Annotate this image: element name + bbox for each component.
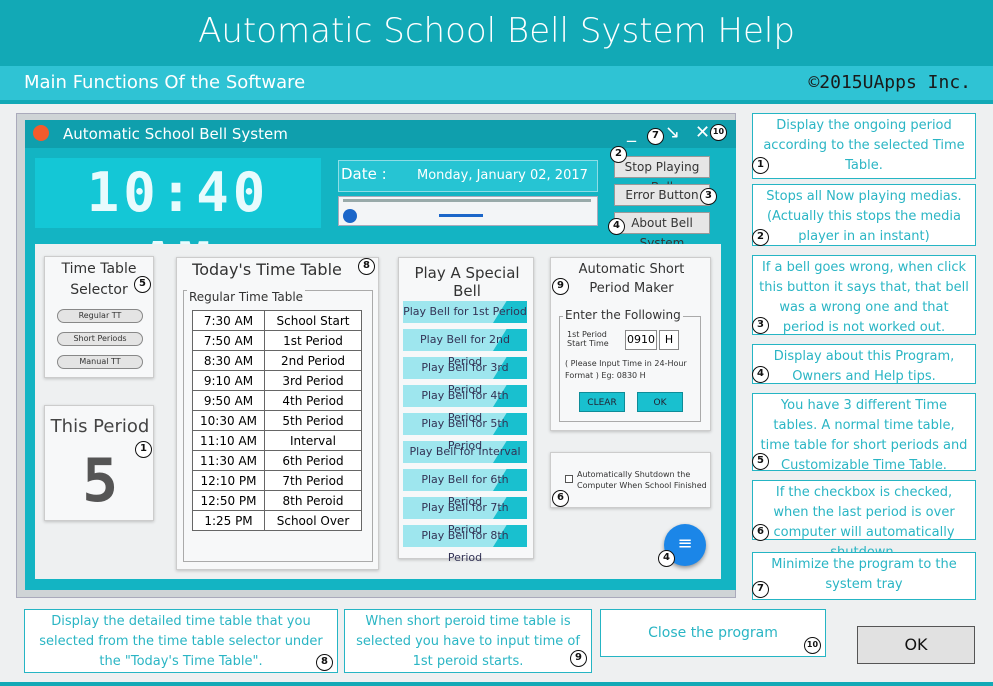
badge-1: 1 bbox=[135, 441, 152, 458]
table-row: 10:30 AM 5th Period bbox=[192, 410, 362, 431]
row-period: 8th Peroid bbox=[264, 490, 362, 511]
window-title: Automatic School Bell System Help bbox=[0, 0, 993, 62]
row-period: 3rd Period bbox=[264, 370, 362, 391]
badge-5: 5 bbox=[134, 276, 151, 293]
row-period: School Start bbox=[264, 310, 362, 331]
table-row: 7:30 AM School Start bbox=[192, 310, 362, 331]
badge-6b: 6 bbox=[752, 524, 769, 541]
row-time: 9:10 AM bbox=[192, 370, 265, 391]
help-9: When short peroid time table is selected… bbox=[344, 609, 592, 673]
row-period: 4th Period bbox=[264, 390, 362, 411]
minimize-icon: _ bbox=[627, 122, 636, 143]
badge-4: 4 bbox=[608, 218, 625, 235]
ok-button[interactable]: OK bbox=[857, 626, 975, 664]
table-row: 9:10 AM 3rd Period bbox=[192, 370, 362, 391]
badge-2: 2 bbox=[610, 146, 627, 163]
help-2: Stops all Now playing medias. (Actually … bbox=[752, 184, 976, 246]
row-time: 1:25 PM bbox=[192, 510, 265, 531]
row-time: 11:10 AM bbox=[192, 430, 265, 451]
shutdown-checkbox bbox=[565, 475, 573, 483]
bell-icon bbox=[33, 125, 49, 141]
badge-9: 9 bbox=[552, 278, 569, 295]
badge-3: 3 bbox=[700, 188, 717, 205]
table-row: 12:50 PM 8th Peroid bbox=[192, 490, 362, 511]
special-bell-button: Play Bell for 2nd Period bbox=[403, 329, 527, 368]
row-period: School Over bbox=[264, 510, 362, 531]
digital-clock: 10:40 AM bbox=[35, 158, 321, 294]
badge-7: 7 bbox=[647, 128, 664, 145]
help-5: You have 3 different Time tables. A norm… bbox=[752, 393, 976, 473]
row-time: 9:50 AM bbox=[192, 390, 265, 411]
help-1: Display the ongoing period according to … bbox=[752, 113, 976, 179]
badge-9b: 9 bbox=[570, 650, 587, 667]
about-button: About Bell System bbox=[614, 212, 710, 250]
table-row: 1:25 PM School Over bbox=[192, 510, 362, 531]
media-player bbox=[338, 196, 598, 226]
help-7: Minimize the program to the system tray bbox=[752, 552, 976, 600]
close-icon: ✕ bbox=[695, 122, 711, 143]
shutdown-panel: Automatically Shutdown the Computer When… bbox=[550, 452, 711, 508]
row-period: 7th Period bbox=[264, 470, 362, 491]
badge-4b: 4 bbox=[752, 366, 769, 383]
stop-playing-button: Stop Playing Bell bbox=[614, 156, 710, 194]
table-row: 11:30 AM 6th Period bbox=[192, 450, 362, 471]
row-time: 8:30 AM bbox=[192, 350, 265, 371]
special-bell-button: Play Bell for Interval bbox=[403, 441, 527, 463]
error-button: Error Button bbox=[614, 184, 710, 206]
badge-2b: 2 bbox=[752, 229, 769, 246]
play-icon bbox=[343, 209, 357, 223]
row-period: 6th Period bbox=[264, 450, 362, 471]
row-time: 12:10 PM bbox=[192, 470, 265, 491]
date-box: Date : Monday, January 02, 2017 bbox=[338, 160, 598, 192]
badge-7b: 7 bbox=[752, 581, 769, 598]
time-table-selector: Time Table Selector Regular TT Short Per… bbox=[44, 256, 154, 378]
special-bell-button: Play Bell for 5th Period bbox=[403, 413, 527, 452]
table-row: 12:10 PM 7th Period bbox=[192, 470, 362, 491]
row-time: 7:50 AM bbox=[192, 330, 265, 351]
help-6: If the checkbox is checked, when the las… bbox=[752, 480, 976, 560]
time-table-grid: 7:30 AM School Start 7:50 AM 1st Period 8:30… bbox=[192, 310, 362, 531]
special-bell-button: Play Bell for 4th Period bbox=[403, 385, 527, 424]
badge-8b: 8 bbox=[316, 654, 333, 671]
badge-1b: 1 bbox=[752, 157, 769, 174]
row-time: 10:30 AM bbox=[192, 410, 265, 431]
short-period-maker: Automatic Short Period Maker Enter the F… bbox=[550, 257, 711, 431]
badge-3b: 3 bbox=[752, 317, 769, 334]
row-period: 5th Period bbox=[264, 410, 362, 431]
table-row: 7:50 AM 1st Period bbox=[192, 330, 362, 351]
badge-10b: 10 bbox=[804, 637, 821, 654]
badge-8: 8 bbox=[358, 258, 375, 275]
help-4: Display about this Program, Owners and H… bbox=[752, 344, 976, 384]
subtitle: Main Functions Of the Software bbox=[24, 72, 306, 93]
help-3: If a bell goes wrong, when click this bu… bbox=[752, 255, 976, 335]
row-time: 12:50 PM bbox=[192, 490, 265, 511]
row-period: Interval bbox=[264, 430, 362, 451]
special-bell-button: Play Bell for 7th Period bbox=[403, 497, 527, 536]
special-bell-button: Play Bell for 8th Period bbox=[403, 525, 527, 564]
row-time: 7:30 AM bbox=[192, 310, 265, 331]
badge-5b: 5 bbox=[752, 453, 769, 470]
row-period: 1st Period bbox=[264, 330, 362, 351]
badge-4c: 4 bbox=[658, 550, 675, 567]
help-10: Close the program bbox=[600, 609, 826, 657]
help-8: Display the detailed time table that you… bbox=[24, 609, 338, 673]
badge-10: 10 bbox=[710, 124, 727, 141]
subheader: Main Functions Of the Software ©2015UApp… bbox=[0, 66, 993, 100]
table-row: 8:30 AM 2nd Period bbox=[192, 350, 362, 371]
row-time: 11:30 AM bbox=[192, 450, 265, 471]
special-bell-button: Play Bell for 1st Period bbox=[403, 301, 527, 323]
this-period-panel: This Period 5 bbox=[44, 405, 154, 521]
table-row: 11:10 AM Interval bbox=[192, 430, 362, 451]
table-row: 9:50 AM 4th Period bbox=[192, 390, 362, 411]
badge-6: 6 bbox=[552, 490, 569, 507]
special-bell-button: Play Bell for 3rd Period bbox=[403, 357, 527, 396]
row-period: 2nd Period bbox=[264, 350, 362, 371]
copyright: ©2015UApps Inc. bbox=[808, 72, 971, 93]
tray-icon: ↘ bbox=[665, 122, 681, 143]
special-bell-button: Play Bell for 6th Period bbox=[403, 469, 527, 508]
